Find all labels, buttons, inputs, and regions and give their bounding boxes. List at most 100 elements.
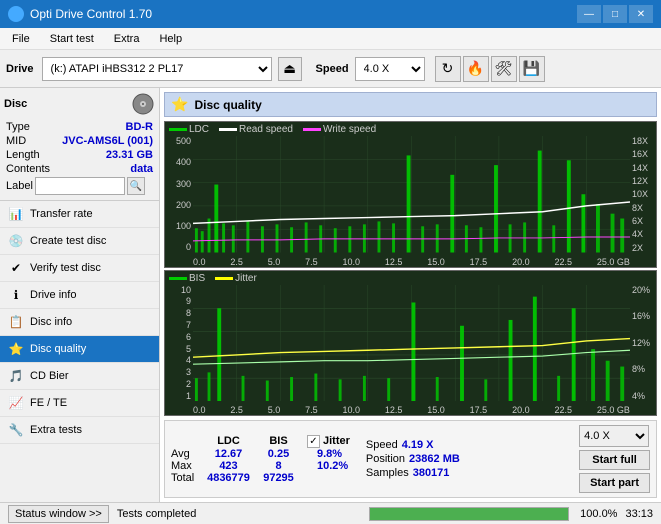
nav-items: 📊 Transfer rate 💿 Create test disc ✔ Ver…	[0, 201, 159, 444]
menu-file[interactable]: File	[4, 31, 38, 47]
cd-bier-label: CD Bier	[30, 370, 69, 382]
close-button[interactable]: ✕	[629, 5, 653, 23]
avg-ldc: 12.67	[201, 448, 256, 460]
speed-select[interactable]: 4.0 X	[355, 57, 425, 81]
samples-label: Samples	[366, 467, 409, 479]
menu-bar: File Start test Extra Help	[0, 28, 661, 50]
type-value: BD-R	[126, 121, 154, 133]
stats-table: LDC BIS ✓ Jitter Avg 12.67 0.25 9.8%	[171, 435, 350, 484]
disc-quality-icon: ⭐	[8, 341, 24, 357]
panel-icon: ⭐	[171, 96, 188, 113]
save-button[interactable]: 💾	[519, 56, 545, 82]
transfer-rate-label: Transfer rate	[30, 208, 93, 220]
avg-bis: 0.25	[256, 448, 301, 460]
chart2-y-right: 20%16%12%8%4%	[630, 285, 656, 402]
label-icon-button[interactable]: 🔍	[127, 177, 145, 195]
speed-label: Speed	[316, 63, 349, 75]
panel-title: Disc quality	[194, 98, 261, 112]
test-speed-select[interactable]: 4.0 X	[579, 425, 649, 447]
start-full-button[interactable]: Start full	[579, 450, 650, 470]
speed-value-stat: 4.19 X	[402, 439, 434, 451]
start-part-button[interactable]: Start part	[579, 473, 650, 493]
test-controls: 4.0 X Start full Start part	[579, 425, 650, 493]
chart2-y-left: 10987654321	[165, 285, 193, 402]
create-test-disc-icon: 💿	[8, 233, 24, 249]
menu-help[interactable]: Help	[151, 31, 190, 47]
menu-extra[interactable]: Extra	[106, 31, 148, 47]
status-bar: Status window >> Tests completed 100.0% …	[0, 502, 661, 524]
chart1-x-axis: 0.02.55.07.510.012.515.017.520.022.525.0…	[193, 257, 630, 267]
position-value: 23862 MB	[409, 453, 460, 465]
length-value: 23.31 GB	[106, 149, 153, 161]
total-ldc: 4836779	[201, 472, 256, 484]
maximize-button[interactable]: □	[603, 5, 627, 23]
ldc-header: LDC	[201, 435, 256, 448]
label-label: Label	[6, 180, 33, 192]
progress-fill	[370, 508, 568, 520]
sidebar-item-drive-info[interactable]: ℹ Drive info	[0, 282, 159, 309]
sidebar-item-cd-bier[interactable]: 🎵 CD Bier	[0, 363, 159, 390]
title-bar: Opti Drive Control 1.70 — □ ✕	[0, 0, 661, 28]
label-input[interactable]	[35, 177, 125, 195]
sidebar: Disc Type BD-R MID JVC-AMS6L (001) Lengt…	[0, 88, 160, 502]
drive-info-icon: ℹ	[8, 287, 24, 303]
bis-header: BIS	[256, 435, 301, 448]
chart1-y-left: 5004003002001000	[165, 136, 193, 253]
jitter-checkbox[interactable]: ✓	[307, 435, 320, 448]
bis-chart: BIS Jitter 10987654321 20%16%12%8%4%	[164, 270, 657, 417]
menu-start-test[interactable]: Start test	[42, 31, 102, 47]
sidebar-item-verify-test-disc[interactable]: ✔ Verify test disc	[0, 255, 159, 282]
toolbar: Drive (k:) ATAPI iHBS312 2 PL17 ⏏ Speed …	[0, 50, 661, 88]
extra-tests-label: Extra tests	[30, 424, 82, 436]
sidebar-item-disc-quality[interactable]: ⭐ Disc quality	[0, 336, 159, 363]
sidebar-item-disc-info[interactable]: 📋 Disc info	[0, 309, 159, 336]
max-jitter: 10.2%	[301, 460, 350, 472]
minimize-button[interactable]: —	[577, 5, 601, 23]
stats-bar: LDC BIS ✓ Jitter Avg 12.67 0.25 9.8%	[164, 420, 657, 498]
avg-jitter: 9.8%	[301, 448, 350, 460]
sidebar-item-extra-tests[interactable]: 🔧 Extra tests	[0, 417, 159, 444]
chart1-legend: LDC Read speed Write speed	[169, 124, 376, 135]
eject-button[interactable]: ⏏	[278, 57, 302, 81]
create-test-disc-label: Create test disc	[30, 235, 106, 247]
burn-button[interactable]: 🔥	[463, 56, 489, 82]
max-ldc: 423	[201, 460, 256, 472]
extra-tests-icon: 🔧	[8, 422, 24, 438]
drive-info-label: Drive info	[30, 289, 76, 301]
app-icon	[8, 6, 24, 22]
fe-te-icon: 📈	[8, 395, 24, 411]
avg-label: Avg	[171, 448, 201, 460]
total-bis: 97295	[256, 472, 301, 484]
cd-bier-icon: 🎵	[8, 368, 24, 384]
disc-info-label: Disc info	[30, 316, 72, 328]
sidebar-item-transfer-rate[interactable]: 📊 Transfer rate	[0, 201, 159, 228]
status-window-button[interactable]: Status window >>	[8, 505, 109, 523]
contents-value: data	[130, 163, 153, 175]
drive-label: Drive	[6, 63, 34, 75]
content-area: ⭐ Disc quality LDC Read speed Write spee…	[160, 88, 661, 502]
chart2-legend: BIS Jitter	[169, 273, 257, 284]
drive-select[interactable]: (k:) ATAPI iHBS312 2 PL17	[42, 57, 272, 81]
app-title: Opti Drive Control 1.70	[30, 7, 152, 21]
chart2-svg	[193, 285, 630, 402]
disc-info-icon: 📋	[8, 314, 24, 330]
chart1-svg	[193, 136, 630, 253]
speed-position-section: Speed 4.19 X Position 23862 MB Samples 3…	[366, 439, 460, 479]
verify-test-disc-icon: ✔	[8, 260, 24, 276]
sidebar-item-create-test-disc[interactable]: 💿 Create test disc	[0, 228, 159, 255]
settings-button[interactable]: 🛠	[491, 56, 517, 82]
refresh-button[interactable]: ↻	[435, 56, 461, 82]
mid-value: JVC-AMS6L (001)	[62, 135, 153, 147]
elapsed-time: 33:13	[625, 508, 653, 520]
disc-image-icon	[131, 92, 155, 116]
type-label: Type	[6, 121, 30, 133]
sidebar-item-fe-te[interactable]: 📈 FE / TE	[0, 390, 159, 417]
fe-te-label: FE / TE	[30, 397, 67, 409]
progress-percent: 100.0%	[577, 508, 617, 520]
samples-value: 380171	[413, 467, 450, 479]
length-label: Length	[6, 149, 40, 161]
max-bis: 8	[256, 460, 301, 472]
ldc-chart: LDC Read speed Write speed 5004003002001…	[164, 121, 657, 268]
progress-bar	[369, 507, 569, 521]
total-label: Total	[171, 472, 201, 484]
